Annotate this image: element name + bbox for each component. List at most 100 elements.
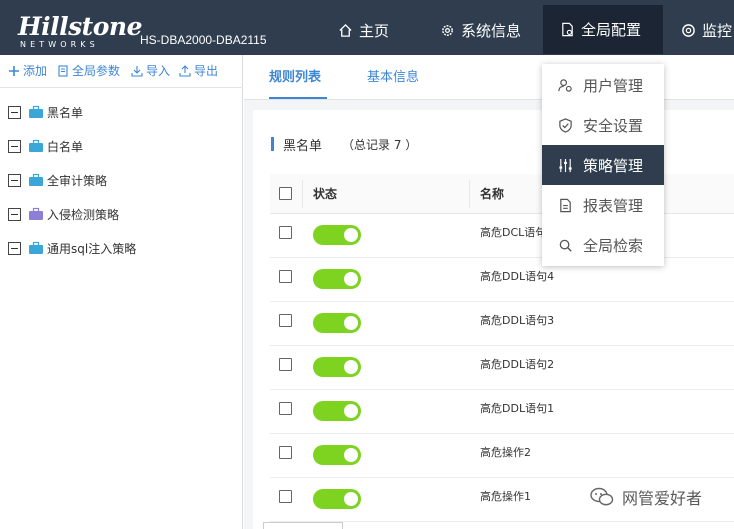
import-icon <box>131 66 143 77</box>
list-title: 黑名单 <box>283 138 323 154</box>
watermark-text: 网管爱好者 <box>622 489 703 508</box>
rule-name: 高危DDL语句4 <box>480 270 555 283</box>
export-icon <box>179 65 191 77</box>
table-row[interactable]: 高危DDL语句4 <box>270 258 734 302</box>
top-bar: Hillstone NETWORKS HS-DBA2000-DBA2115 主页… <box>0 0 734 55</box>
nav-home-label: 主页 <box>359 21 390 40</box>
expand-toggle-icon[interactable] <box>8 173 21 187</box>
add-button[interactable]: 添加 <box>8 64 47 78</box>
row-checkbox[interactable] <box>279 226 292 239</box>
row-checkbox[interactable] <box>279 490 292 503</box>
row-checkbox[interactable] <box>279 270 292 283</box>
logo-sub: NETWORKS <box>20 40 99 49</box>
tree-item-intrusion-detection[interactable]: 入侵检测策略 <box>8 205 119 223</box>
wechat-icon <box>590 487 614 506</box>
nav-global-config[interactable]: 全局配置 <box>543 5 663 54</box>
tab-basic-info[interactable]: 基本信息 <box>367 69 419 87</box>
row-checkbox[interactable] <box>279 314 292 327</box>
global-params-button[interactable]: 全局参数 <box>57 64 120 78</box>
nav-global-config-label: 全局配置 <box>581 21 642 39</box>
table-row[interactable]: 高危操作2 <box>270 434 734 478</box>
nav-monitor[interactable]: 监控 <box>681 5 732 55</box>
export-button[interactable]: 导出 <box>179 64 218 78</box>
hillstone-logo[interactable]: Hillstone NETWORKS <box>18 12 143 50</box>
sliders-icon <box>559 158 572 172</box>
tree-item-label: 入侵检测策略 <box>47 207 120 222</box>
rule-name: 高危DDL语句2 <box>480 358 555 371</box>
shield-check-icon <box>559 117 572 133</box>
import-label: 导入 <box>146 64 171 78</box>
tab-rule-list[interactable]: 规则列表 <box>269 69 328 99</box>
tree-item-full-audit[interactable]: 全审计策略 <box>8 171 107 189</box>
import-button[interactable]: 导入 <box>131 64 170 78</box>
column-header-status[interactable]: 状态 <box>313 186 337 202</box>
rule-name: 高危DCL语句 <box>480 226 547 239</box>
expand-toggle-icon[interactable] <box>8 207 21 221</box>
pagination-stub[interactable] <box>263 522 343 529</box>
nav-monitor-label: 监控 <box>702 21 733 40</box>
device-name: HS-DBA2000-DBA2115 <box>140 33 267 47</box>
report-doc-icon <box>560 198 571 212</box>
gear-icon <box>442 24 453 36</box>
tree-item-label: 黑名单 <box>47 105 84 120</box>
menu-item-label: 安全设置 <box>583 116 644 135</box>
status-toggle[interactable] <box>313 357 361 377</box>
briefcase-icon <box>29 139 43 152</box>
record-count: （总记录 7 ） <box>342 137 418 152</box>
table-row[interactable]: 高危DCL语句 <box>270 214 734 258</box>
tree-item-label: 通用sql注入策略 <box>47 241 137 256</box>
select-all-checkbox[interactable] <box>279 187 292 200</box>
rule-name: 高危操作2 <box>480 446 531 459</box>
home-icon <box>339 23 352 37</box>
tree-item-sql-injection[interactable]: 通用sql注入策略 <box>8 239 136 257</box>
menu-item-security-settings[interactable]: 安全设置 <box>542 105 664 145</box>
status-toggle[interactable] <box>313 313 361 333</box>
menu-item-label: 报表管理 <box>583 196 644 215</box>
global-params-label: 全局参数 <box>72 64 121 78</box>
menu-item-policy-manage[interactable]: 策略管理 <box>542 145 664 185</box>
menu-item-label: 用户管理 <box>583 76 644 95</box>
user-manage-icon <box>558 78 572 92</box>
title-accent-mark <box>271 137 274 151</box>
row-checkbox[interactable] <box>279 446 292 459</box>
rule-name: 高危操作1 <box>480 490 531 503</box>
nav-system-info[interactable]: 系统信息 <box>440 5 521 55</box>
table-row[interactable]: 高危DDL语句1 <box>270 390 734 434</box>
status-toggle[interactable] <box>313 445 361 465</box>
nav-home[interactable]: 主页 <box>338 5 389 55</box>
tree-item-label: 全审计策略 <box>47 173 108 188</box>
status-toggle[interactable] <box>313 269 361 289</box>
table-row[interactable]: 高危DDL语句2 <box>270 346 734 390</box>
logo-brand: Hillstone <box>18 12 143 41</box>
add-label: 添加 <box>23 64 48 78</box>
menu-item-report-manage[interactable]: 报表管理 <box>542 185 664 225</box>
menu-item-user-manage[interactable]: 用户管理 <box>542 65 664 105</box>
tree-item-whitelist[interactable]: 白名单 <box>8 137 83 155</box>
search-icon <box>559 239 572 252</box>
menu-item-global-search[interactable]: 全局检索 <box>542 225 664 265</box>
row-checkbox[interactable] <box>279 402 292 415</box>
plus-icon <box>9 66 19 76</box>
config-doc-icon <box>562 22 573 37</box>
sidebar-toolbar: 添加 全局参数 导入 导出 <box>0 55 243 88</box>
column-divider <box>469 180 470 208</box>
tree-item-blacklist[interactable]: 黑名单 <box>8 103 83 121</box>
briefcase-icon <box>29 241 43 254</box>
status-toggle[interactable] <box>313 489 361 509</box>
global-config-menu: 用户管理 安全设置 策略管理 报表管理 全局检索 <box>542 64 664 266</box>
rule-name: 高危DDL语句1 <box>480 402 555 415</box>
table-header: 状态 名称 <box>270 174 734 214</box>
monitor-icon <box>682 23 695 37</box>
briefcase-icon <box>29 105 43 118</box>
column-header-name[interactable]: 名称 <box>480 186 504 202</box>
expand-toggle-icon[interactable] <box>8 241 21 255</box>
table-row[interactable]: 高危DDL语句3 <box>270 302 734 346</box>
column-divider <box>302 180 303 208</box>
row-checkbox[interactable] <box>279 358 292 371</box>
nav-system-info-label: 系统信息 <box>461 21 522 40</box>
expand-toggle-icon[interactable] <box>8 105 21 119</box>
status-toggle[interactable] <box>313 225 361 245</box>
doc-icon <box>58 65 68 77</box>
status-toggle[interactable] <box>313 401 361 421</box>
expand-toggle-icon[interactable] <box>8 139 21 153</box>
